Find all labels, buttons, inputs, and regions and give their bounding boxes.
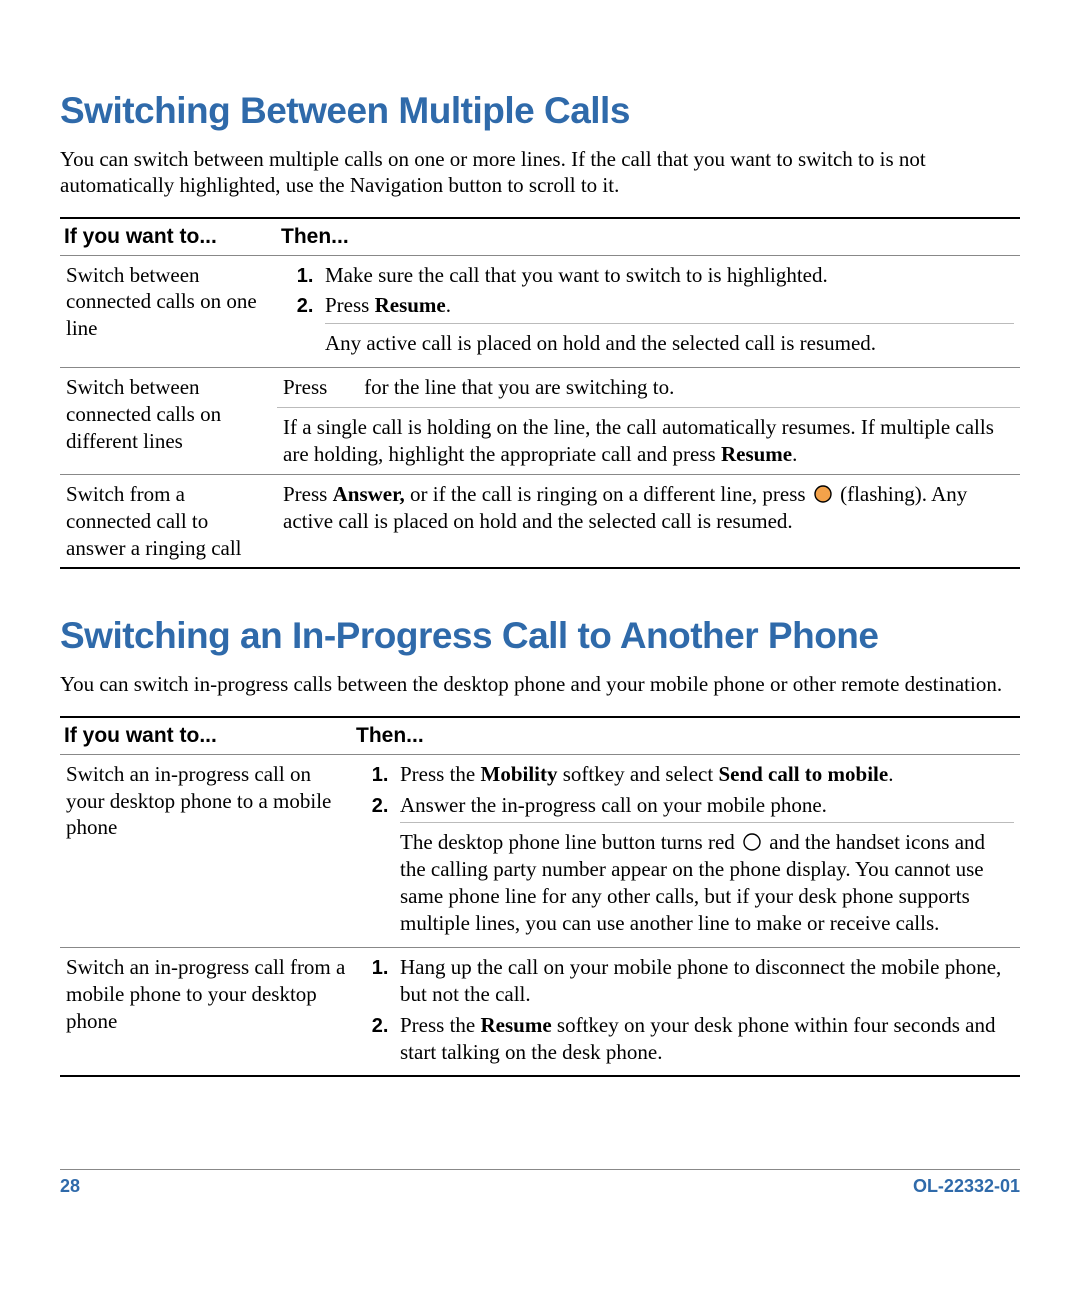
table-cell-action: Press for the line that you are switchin… <box>277 368 1020 475</box>
step-note: Any active call is placed on hold and th… <box>325 323 1014 357</box>
section-intro: You can switch between multiple calls on… <box>60 146 1020 199</box>
table-cell-action: Press the Mobility softkey and select Se… <box>352 754 1020 947</box>
table-header-row: If you want to... Then... <box>60 717 1020 755</box>
step: Press the Resume softkey on your desk ph… <box>394 1012 1014 1066</box>
table-row: Switch an in-progress call on your deskt… <box>60 754 1020 947</box>
table-row: Switch between connected calls on differ… <box>60 368 1020 475</box>
section-heading: Switching an In-Progress Call to Another… <box>60 615 1020 657</box>
step: Answer the in-progress call on your mobi… <box>394 792 1014 937</box>
table-row: Switch between connected calls on one li… <box>60 255 1020 368</box>
table-cell-action: Hang up the call on your mobile phone to… <box>352 947 1020 1076</box>
step-note: The desktop phone line button turns red … <box>400 822 1014 937</box>
step: Press the Mobility softkey and select Se… <box>394 761 1014 788</box>
table-header-ifyouwant: If you want to... <box>60 717 352 755</box>
table-switch-phone: If you want to... Then... Switch an in-p… <box>60 716 1020 1078</box>
table-cell-condition: Switch between connected calls on differ… <box>60 368 277 475</box>
line-button-red-icon <box>742 832 762 852</box>
table-cell-condition: Switch an in-progress call on your deskt… <box>60 754 352 947</box>
table-header-then: Then... <box>277 218 1020 256</box>
table-cell-condition: Switch an in-progress call from a mobile… <box>60 947 352 1076</box>
step: Press Resume. Any active call is placed … <box>319 292 1014 357</box>
table-header-row: If you want to... Then... <box>60 218 1020 256</box>
section-heading: Switching Between Multiple Calls <box>60 90 1020 132</box>
table-cell-action: Make sure the call that you want to swit… <box>277 255 1020 368</box>
step: Make sure the call that you want to swit… <box>319 262 1014 289</box>
table-cell-condition: Switch from a connected call to answer a… <box>60 474 277 568</box>
step: Hang up the call on your mobile phone to… <box>394 954 1014 1008</box>
section-intro: You can switch in-progress calls between… <box>60 671 1020 697</box>
document-id: OL-22332-01 <box>913 1176 1020 1197</box>
page-number: 28 <box>60 1176 80 1197</box>
table-row: Switch an in-progress call from a mobile… <box>60 947 1020 1076</box>
table-switch-calls: If you want to... Then... Switch between… <box>60 217 1020 570</box>
table-header-ifyouwant: If you want to... <box>60 218 277 256</box>
table-header-then: Then... <box>352 717 1020 755</box>
page-footer: 28 OL-22332-01 <box>60 1169 1020 1197</box>
line-button-flashing-icon <box>813 484 833 504</box>
table-cell-action: Press Answer, or if the call is ringing … <box>277 474 1020 568</box>
table-row: Switch from a connected call to answer a… <box>60 474 1020 568</box>
table-cell-condition: Switch between connected calls on one li… <box>60 255 277 368</box>
